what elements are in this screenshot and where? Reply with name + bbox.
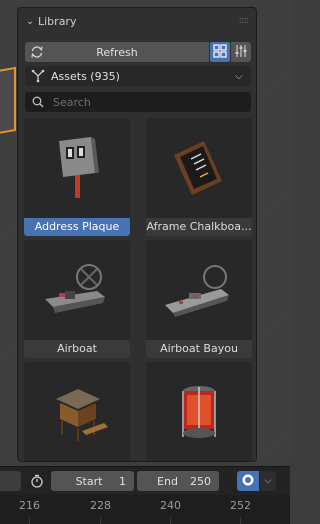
selected-object-outline[interactable] — [0, 66, 16, 138]
asset-thumbnail — [24, 240, 130, 340]
ruler-tick: 240 — [160, 499, 181, 512]
asset-library-dropdown[interactable]: Assets (935) ⌵ — [25, 66, 251, 86]
grid-view-icon — [213, 43, 227, 61]
asset-tile-stilt-house[interactable] — [24, 362, 130, 461]
end-frame-value: 250 — [190, 474, 211, 488]
frame-ruler[interactable]: 216 228 240 252 — [0, 495, 290, 524]
panel-header[interactable]: ⌄ Library :::: — [18, 8, 256, 34]
filter-settings-button[interactable] — [231, 42, 251, 62]
panel-title: Library — [38, 14, 77, 28]
ruler-line — [29, 517, 30, 524]
ruler-line — [170, 517, 171, 524]
refresh-label: Refresh — [96, 45, 138, 59]
asset-library-panel: ⌄ Library :::: Refresh Assets (935) ⌵ Se… — [17, 7, 257, 462]
search-input[interactable] — [51, 94, 245, 110]
asset-thumbnail — [24, 118, 130, 218]
asset-tile-lantern[interactable] — [146, 362, 252, 461]
asset-thumbnail — [146, 240, 252, 340]
timeline-header: Start 1 End 250 ⌵ — [0, 466, 290, 495]
end-frame-field[interactable]: End 250 — [137, 471, 219, 491]
ruler-line — [100, 517, 101, 524]
end-frame-label: End — [157, 474, 178, 488]
asset-thumbnail — [24, 362, 130, 461]
ruler-tick: 252 — [230, 499, 251, 512]
stopwatch-icon[interactable] — [27, 471, 47, 491]
start-frame-value: 1 — [119, 474, 126, 488]
asset-tile-airboat-bayou[interactable]: Airboat Bayou — [146, 240, 252, 358]
filter-settings-icon — [234, 44, 248, 61]
refresh-button[interactable]: Refresh — [25, 42, 209, 62]
asset-thumbnail — [146, 118, 252, 218]
asset-tile-address-plaque[interactable]: Address Plaque — [24, 118, 130, 236]
asset-tile-aframe-chalkboard[interactable]: Aframe Chalkboa... — [146, 118, 252, 236]
refresh-row: Refresh — [25, 42, 251, 62]
search-field[interactable] — [25, 92, 251, 112]
chevron-down-icon[interactable]: ⌄ — [24, 16, 36, 27]
asset-label: Aframe Chalkboa... — [146, 218, 252, 236]
keying-button[interactable] — [237, 471, 259, 491]
drag-handle-icon[interactable]: :::: — [239, 15, 250, 26]
asset-library-value: Assets (935) — [51, 69, 120, 83]
refresh-icon — [29, 43, 45, 61]
asset-tile-airboat[interactable]: Airboat — [24, 240, 130, 358]
asset-label: Airboat — [24, 340, 130, 358]
grid-view-button[interactable] — [210, 42, 230, 62]
keying-icon — [241, 473, 255, 490]
ruler-line — [240, 517, 241, 524]
asset-library-icon — [29, 69, 47, 83]
chevron-down-icon[interactable]: ⌵ — [260, 471, 276, 491]
asset-label: Address Plaque — [24, 218, 130, 236]
timeline-menu-button[interactable] — [0, 471, 21, 491]
asset-label: Airboat Bayou — [146, 340, 252, 358]
asset-thumbnail — [146, 362, 252, 461]
chevron-down-icon: ⌵ — [235, 70, 243, 82]
start-frame-field[interactable]: Start 1 — [51, 471, 134, 491]
ruler-tick: 216 — [19, 499, 40, 512]
start-frame-label: Start — [75, 474, 103, 488]
search-icon — [29, 96, 47, 108]
ruler-tick: 228 — [90, 499, 111, 512]
